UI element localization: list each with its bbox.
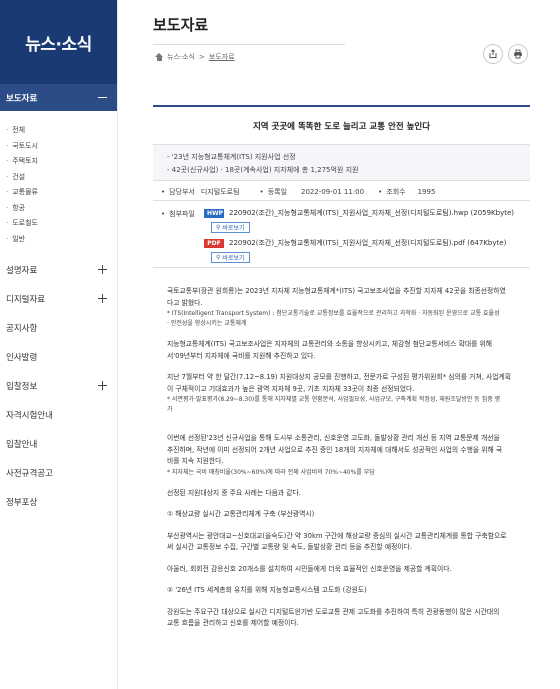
- article-body: 국토교통부(장관 원희룡)는 2023년 지자체 지능형교통체계*(ITS) 국…: [167, 286, 519, 630]
- print-icon: [514, 49, 522, 59]
- sidebar-item-label: 사전규격공고: [6, 468, 53, 479]
- sidebar-title: 뉴스·소식: [25, 34, 92, 55]
- attachment-link[interactable]: 220902(조간)_지능형교통체계(ITS)_지원사업_지자체_선정(디지털도…: [229, 238, 506, 248]
- preview-label: 바로보기: [222, 255, 245, 262]
- attachment-row: PDF 220902(조간)_지능형교통체계(ITS)_지원사업_지자체_선정(…: [204, 238, 506, 248]
- sidebar-sub-item[interactable]: 건설: [6, 170, 117, 186]
- page-title: 보도자료: [153, 16, 209, 34]
- preview-label: 바로보기: [222, 225, 245, 232]
- body-text: 선정된 지원대상지 중 주요 사례는 다음과 같다.: [167, 488, 301, 497]
- article-title: 지역 곳곳에 똑똑한 도로 늘리고 교통 안전 높인다: [153, 107, 530, 145]
- expand-icon[interactable]: [98, 294, 107, 303]
- breadcrumb: 뉴스·소식 > 보도자료: [155, 52, 235, 62]
- footnote: * ITS(Intelligent Transport System) : 첨단…: [167, 310, 500, 317]
- sidebar-header: 뉴스·소식: [0, 0, 117, 84]
- breadcrumb-current[interactable]: 보도자료: [209, 52, 235, 62]
- body-text: 국토교통부(장관 원희룡)는 2023년 지자체 지능형교통체계*(ITS) 국…: [167, 287, 506, 295]
- expand-icon[interactable]: [98, 265, 107, 274]
- body-text: 지능형교통체계(ITS) 국고보조사업은 지자체의 교통관리와 소통을 향상시키…: [167, 340, 493, 348]
- footnote: 가: [167, 406, 173, 413]
- date-label: 등록일: [260, 187, 287, 197]
- section-heading: ① 해상교량 실시간 교통관리체계 구축 (부산광역시): [167, 510, 315, 518]
- sidebar-sub-item[interactable]: 도로철도: [6, 216, 117, 232]
- sidebar-sub-item[interactable]: 국토도시: [6, 139, 117, 155]
- sidebar-item-bid-info[interactable]: 입찰정보: [0, 371, 117, 400]
- body-text: 추진하며, 작년에 이미 선정되어 2개년 사업으로 추진 중인 18개의 지자…: [167, 445, 503, 454]
- sidebar-sub-list: 전체 국토도시 주택토지 건설 교통물류 항공 도로철도 일반: [0, 111, 117, 255]
- body-text: 써 실시간 교통정보 수집, 구간별 교통량 및 속도, 돌발상황 관리 등을 …: [167, 543, 413, 551]
- sidebar-item-label: 자격시험안내: [6, 410, 53, 421]
- sidebar: 뉴스·소식 보도자료 전체 국토도시 주택토지 건설 교통물류 항공 도로철도 …: [0, 0, 118, 689]
- attachments-label: 첨부파일: [161, 209, 195, 219]
- sidebar-item-press-release[interactable]: 보도자료: [0, 84, 117, 111]
- share-button[interactable]: [483, 44, 503, 64]
- sidebar-item-label: 입찰안내: [6, 439, 38, 450]
- pdf-file-icon: PDF: [204, 238, 224, 248]
- collapse-icon[interactable]: [98, 96, 107, 99]
- summary-line: - 42곳(신규사업) · 18곳(계속사업) 지자체에 총 1,275억원 지…: [167, 166, 359, 174]
- date-value: 2022-09-01 11:00: [301, 188, 365, 196]
- body-text: 비를 지속 지원한다.: [167, 457, 224, 465]
- body-text: 지난 7월부터 약 한 달간(7.12~8.19) 지원대상지 공모를 진행하고…: [167, 373, 512, 381]
- sidebar-item-label: 인사발령: [6, 352, 38, 363]
- footnote: * 지자체는 국비 매칭비율(30%~60%)에 따라 전체 사업비의 70%~…: [167, 468, 375, 476]
- sidebar-item-bid-guide[interactable]: 입찰안내: [0, 429, 117, 458]
- sidebar-item-exam[interactable]: 자격시험안내: [0, 400, 117, 429]
- summary-line: - '23년 지능형교통체계(ITS) 지원사업 선정: [167, 153, 296, 161]
- breadcrumb-separator: >: [199, 53, 205, 61]
- body-text: 다고 밝혔다.: [167, 298, 203, 307]
- views-value: 1995: [417, 188, 436, 196]
- share-icon: [489, 49, 497, 58]
- hwp-file-icon: HWP: [204, 208, 224, 218]
- sidebar-item-personnel[interactable]: 인사발령: [0, 342, 117, 371]
- sidebar-sub-item[interactable]: 교통물류: [6, 185, 117, 201]
- preview-button[interactable]: ⚲ 바로보기: [211, 252, 250, 263]
- sidebar-item-label: 디지털자료: [6, 294, 46, 305]
- body-text: 이번에 선정된'23년 신규사업을 통해 도시부 소통관리, 신호운영 고도화,…: [167, 434, 500, 442]
- attachment-row: HWP 220902(조간)_지능형교통체계(ITS)_지원사업_지자체_선정(…: [204, 208, 514, 218]
- search-icon: ⚲: [216, 224, 221, 231]
- section-heading: ② '26년 ITS 세계총회 유치를 위해 지능형교통시스템 고도화 (강원도…: [167, 586, 367, 594]
- body-text: 이 구체적이고 기대효과가 높은 광역 지자체 9곳, 기초 지자체 33곳이 …: [167, 384, 415, 393]
- dept-label: 담당부서: [161, 187, 195, 197]
- expand-icon[interactable]: [98, 381, 107, 390]
- sidebar-sub-item[interactable]: 주택토지: [6, 154, 117, 170]
- sidebar-sub-item[interactable]: 전체: [6, 123, 117, 139]
- views-label: 조회수: [378, 187, 405, 197]
- attachment-link[interactable]: 220902(조간)_지능형교통체계(ITS)_지원사업_지자체_선정(디지털도…: [229, 208, 514, 218]
- breadcrumb-item[interactable]: 뉴스·소식: [167, 52, 195, 62]
- sidebar-item-pre-spec[interactable]: 사전규격공고: [0, 458, 117, 487]
- sidebar-item-notice[interactable]: 공지사항: [0, 313, 117, 342]
- home-icon[interactable]: [155, 53, 163, 61]
- sidebar-item-label: 공지사항: [6, 323, 38, 334]
- sidebar-item-label: 보도자료: [6, 93, 38, 104]
- footnote: * 서면평가·발표평가(8.29~8.30)를 통해 지자체별 교통 현황분석,…: [167, 396, 501, 403]
- body-text: 서'09년부터 지자체에 국비를 지원해 추진하고 있다.: [167, 351, 316, 360]
- body-text: 교통 흐름을 관리하고 신호를 제어할 예정이다.: [167, 619, 299, 627]
- print-button[interactable]: [508, 44, 528, 64]
- dept-value: 디지털도로팀: [200, 188, 240, 196]
- article-summary: - '23년 지능형교통체계(ITS) 지원사업 선정 - 42곳(신규사업) …: [153, 145, 530, 181]
- body-text: 부산광역시는 광안대교~신호대교(을숙도)간 약 30km 구간에 해상교량 중…: [167, 531, 507, 540]
- sidebar-sub-item[interactable]: 항공: [6, 201, 117, 217]
- sidebar-item-label: 정부포상: [6, 497, 38, 508]
- preview-button[interactable]: ⚲ 바로보기: [211, 222, 250, 233]
- attachments: 첨부파일 HWP 220902(조간)_지능형교통체계(ITS)_지원사업_지자…: [153, 203, 530, 268]
- article-meta: 담당부서 디지털도로팀 등록일 2022-09-01 11:00 조회수 199…: [153, 184, 530, 201]
- body-text: 강원도는 주요구간 대상으로 실시간 디지털트윈기반 도로교통 관제 고도화를 …: [167, 607, 500, 616]
- sidebar-item-digital[interactable]: 디지털자료: [0, 284, 117, 313]
- sidebar-item-explanation[interactable]: 설명자료: [0, 255, 117, 284]
- search-icon: ⚲: [216, 254, 221, 261]
- sidebar-item-label: 설명자료: [6, 265, 38, 276]
- body-text: 아울러, 회회전 감응신호 20개소를 설치하여 시민들에게 더욱 효율적인 신…: [167, 564, 452, 573]
- divider: [153, 44, 345, 45]
- sidebar-item-award[interactable]: 정부포상: [0, 487, 117, 516]
- sidebar-sub-item[interactable]: 일반: [6, 232, 117, 248]
- sidebar-item-label: 입찰정보: [6, 381, 38, 392]
- footnote: · 안전성을 향상시키는 교통체계: [167, 320, 247, 327]
